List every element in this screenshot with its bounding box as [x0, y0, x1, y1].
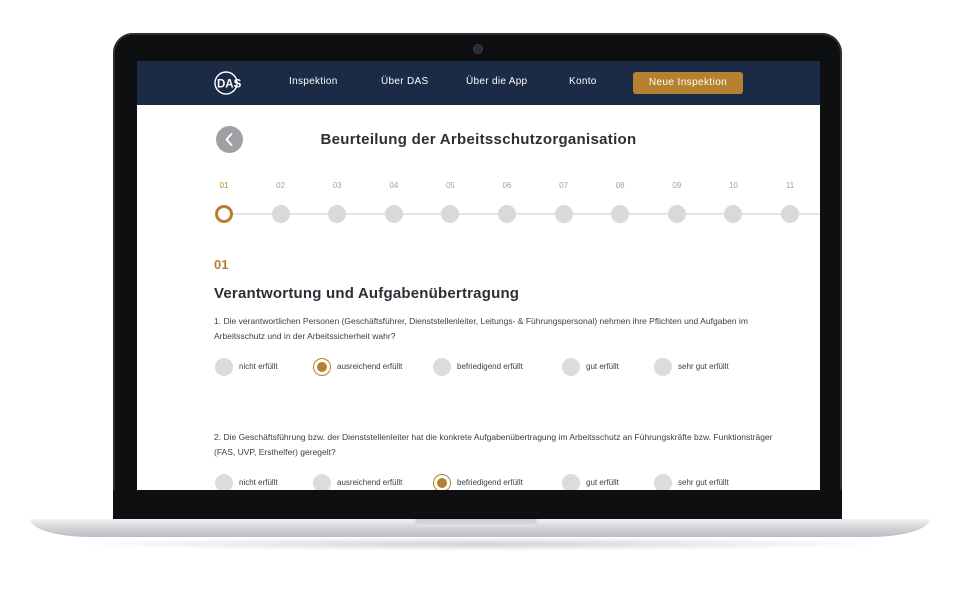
step-dot-09[interactable]: [667, 205, 686, 223]
radio-button[interactable]: [654, 358, 672, 376]
radio-button[interactable]: [215, 358, 233, 376]
step-label-05: 05: [445, 181, 455, 190]
nav-link-ueber-das[interactable]: Über DAS: [381, 76, 428, 87]
step-label-11: 11: [785, 181, 795, 190]
step-dot-04[interactable]: [384, 205, 403, 223]
radio-label: befriedigend erfüllt: [457, 362, 523, 371]
step-dot-11[interactable]: [781, 205, 799, 223]
radio-label: gut erfüllt: [586, 362, 619, 371]
step-dot-01[interactable]: [215, 205, 233, 223]
step-dot-07[interactable]: [554, 205, 573, 223]
question-2-text: 2. Die Geschäftsführung bzw. der Diensts…: [214, 432, 773, 457]
radio-button[interactable]: [215, 474, 233, 490]
radio-label: gut erfüllt: [586, 478, 619, 487]
top-navbar: DAS Inspektion Über DAS Über die App Kon…: [137, 61, 820, 105]
radio-button[interactable]: [433, 474, 451, 490]
app-screen: DAS Inspektion Über DAS Über die App Kon…: [137, 61, 820, 490]
question-1-text: 1. Die verantwortlichen Personen (Geschä…: [214, 316, 748, 341]
section-number: 01: [214, 257, 229, 272]
step-dot-03[interactable]: [328, 205, 347, 223]
laptop-notch: [415, 519, 537, 527]
new-inspection-button[interactable]: Neue Inspektion: [633, 72, 743, 94]
laptop-bottom-bezel: [113, 490, 842, 520]
camera-icon: [473, 44, 483, 54]
step-dot-10[interactable]: [724, 205, 743, 223]
step-label-04: 04: [389, 181, 399, 190]
step-label-02: 02: [276, 181, 286, 190]
laptop-shadow: [70, 537, 890, 551]
page-title: Beurteilung der Arbeitsschutzorganisatio…: [320, 131, 637, 148]
back-button[interactable]: [216, 126, 243, 153]
section-title: Verantwortung und Aufgabenübertragung: [214, 285, 520, 302]
step-label-09: 09: [672, 181, 682, 190]
step-label-03: 03: [332, 181, 342, 190]
radio-button[interactable]: [654, 474, 672, 490]
radio-label: sehr gut erfüllt: [678, 362, 729, 371]
radio-button[interactable]: [313, 474, 331, 490]
step-dot-06[interactable]: [498, 205, 516, 223]
step-label-01: 01: [219, 181, 229, 190]
radio-label: ausreichend erfüllt: [337, 362, 403, 371]
nav-link-ueber-die-app[interactable]: Über die App: [466, 76, 527, 87]
das-logo-icon[interactable]: DAS: [213, 70, 249, 96]
step-label-08: 08: [615, 181, 625, 190]
step-dot-02[interactable]: [271, 205, 290, 223]
step-label-10: 10: [728, 181, 738, 190]
step-dot-05[interactable]: [441, 205, 460, 223]
nav-link-konto[interactable]: Konto: [569, 76, 597, 87]
radio-button[interactable]: [313, 358, 331, 376]
step-label-06: 06: [502, 181, 512, 190]
radio-button[interactable]: [433, 358, 451, 376]
radio-label: sehr gut erfüllt: [678, 478, 729, 487]
step-label-07: 07: [559, 181, 569, 190]
radio-button[interactable]: [562, 474, 580, 490]
radio-label: nicht erfüllt: [239, 362, 278, 371]
radio-label: nicht erfüllt: [239, 478, 278, 487]
radio-label: befriedigend erfüllt: [457, 478, 523, 487]
step-dot-08[interactable]: [611, 205, 630, 223]
chevron-left-icon: [225, 133, 233, 146]
radio-button[interactable]: [562, 358, 580, 376]
logo-text: DAS: [217, 79, 242, 91]
nav-link-inspektion[interactable]: Inspektion: [289, 76, 338, 87]
radio-label: ausreichend erfüllt: [337, 478, 403, 487]
